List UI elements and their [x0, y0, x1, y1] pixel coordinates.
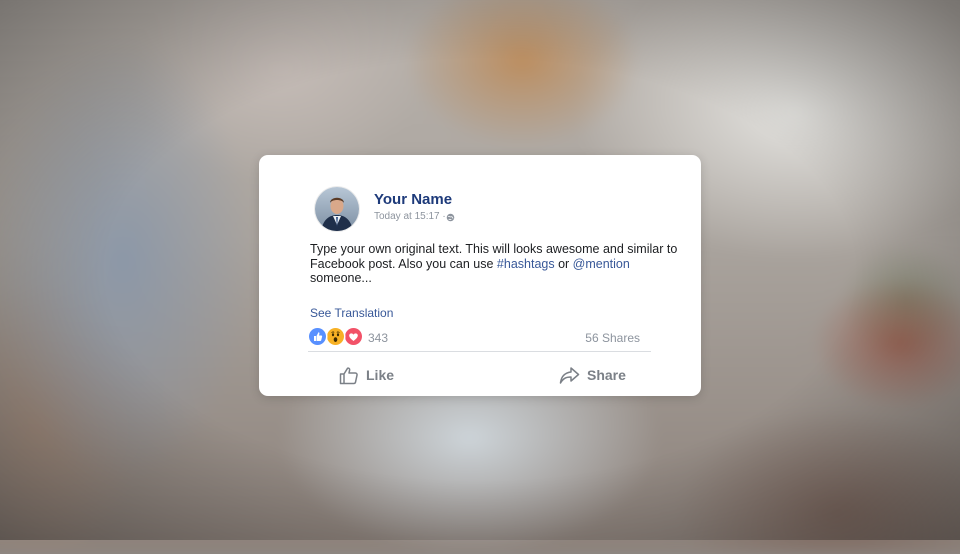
- like-button-label: Like: [366, 367, 395, 383]
- love-reaction-icon: [345, 328, 362, 345]
- mention-link[interactable]: @mention: [573, 257, 630, 271]
- post-text-segment: or: [554, 256, 573, 271]
- thumbs-up-icon: [339, 366, 358, 384]
- see-translation-link[interactable]: See Translation: [310, 306, 393, 320]
- post-text-segment: someone...: [310, 271, 372, 285]
- post-body: Type your own original text. This will l…: [310, 242, 680, 286]
- hashtag-link[interactable]: #hashtags: [497, 257, 555, 271]
- share-arrow-icon: [559, 366, 580, 384]
- reaction-icons[interactable]: [309, 328, 369, 346]
- author-name[interactable]: Your Name: [374, 191, 452, 208]
- shares-count[interactable]: 56 Shares: [585, 331, 640, 345]
- post-timestamp[interactable]: Today at 15:17 ·: [374, 211, 446, 222]
- facebook-post-card: Your Name Today at 15:17 · Type your own…: [259, 155, 701, 396]
- share-button-label: Share: [587, 367, 626, 383]
- like-button[interactable]: Like: [339, 362, 394, 388]
- wow-reaction-icon: [327, 328, 344, 345]
- author-avatar[interactable]: [315, 187, 359, 231]
- globe-icon: [446, 213, 455, 222]
- share-button[interactable]: Share: [559, 362, 626, 388]
- actions-divider: [308, 351, 651, 352]
- like-reaction-icon: [309, 328, 326, 345]
- reaction-count[interactable]: 343: [368, 331, 388, 345]
